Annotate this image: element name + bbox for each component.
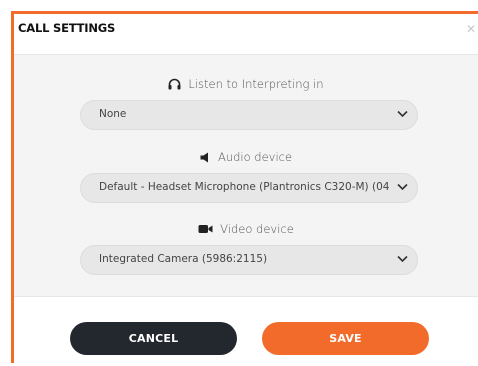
interpreting-select-value: None	[99, 108, 127, 120]
video-camera-icon	[198, 225, 213, 233]
dialog-title: CALL SETTINGS	[18, 21, 116, 35]
interpreting-select[interactable]: None	[80, 100, 418, 130]
dialog-header: CALL SETTINGS ✕	[14, 14, 478, 55]
cancel-button[interactable]: CANCEL	[70, 322, 237, 355]
call-settings-dialog: CALL SETTINGS ✕ Listen to Interpreting i…	[0, 0, 478, 366]
close-icon[interactable]: ✕	[466, 23, 476, 35]
interpreting-label: Listen to Interpreting in	[14, 77, 478, 91]
video-device-label: Video device	[14, 222, 478, 236]
chevron-down-icon	[397, 110, 408, 118]
video-device-label-text: Video device	[220, 222, 294, 236]
audio-device-select-value: Default - Headset Microphone (Plantronic…	[99, 181, 390, 193]
chevron-down-icon	[397, 183, 408, 191]
video-device-select-value: Integrated Camera (5986:2115)	[99, 253, 268, 265]
audio-device-label: Audio device	[14, 150, 478, 164]
audio-device-label-text: Audio device	[217, 150, 293, 164]
speaker-icon	[200, 152, 208, 162]
save-button[interactable]: SAVE	[262, 322, 429, 355]
dialog-footer: CANCEL SAVE	[14, 296, 478, 366]
chevron-down-icon	[397, 255, 408, 263]
dialog-body: Listen to Interpreting in None Audio dev…	[14, 55, 478, 296]
audio-device-select[interactable]: Default - Headset Microphone (Plantronic…	[80, 173, 418, 203]
video-device-select[interactable]: Integrated Camera (5986:2115)	[80, 245, 418, 275]
headphones-icon	[168, 78, 181, 90]
interpreting-label-text: Listen to Interpreting in	[188, 77, 324, 91]
